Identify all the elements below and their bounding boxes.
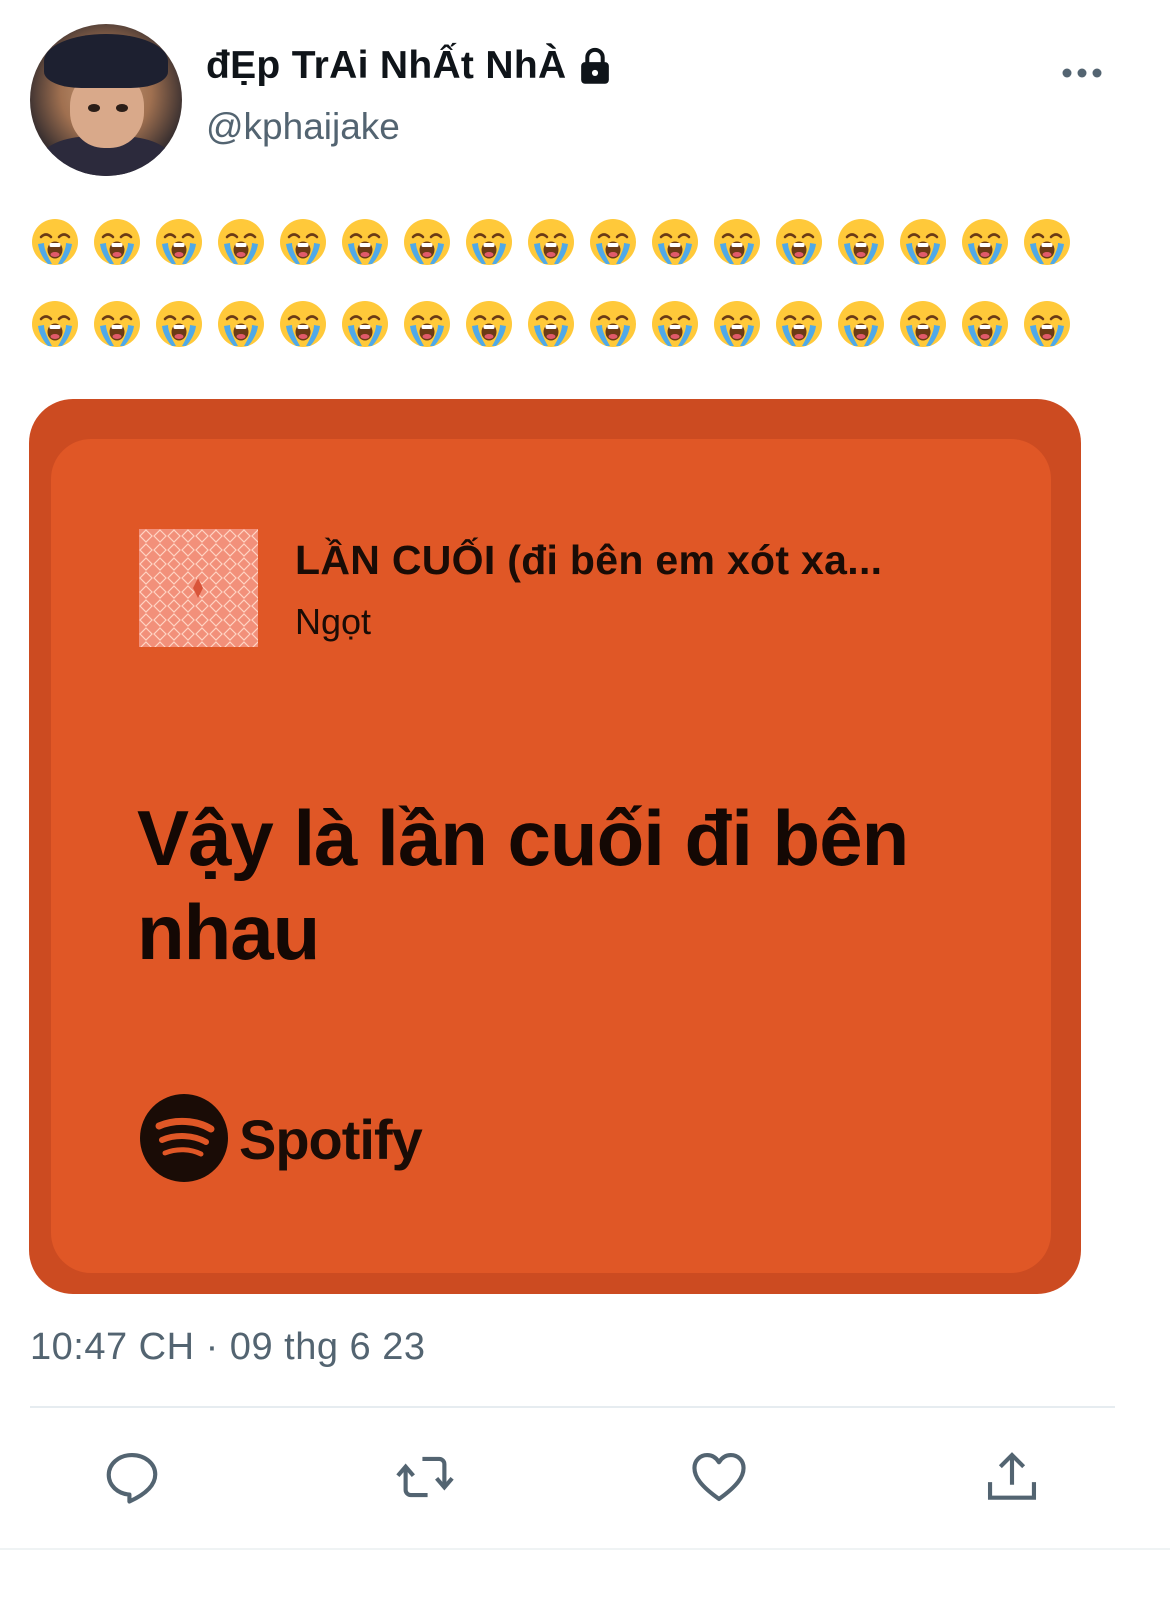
crying-face-emoji-icon [402, 299, 452, 354]
crying-face-emoji-icon [774, 217, 824, 272]
tweet-timestamp[interactable]: 10:47 CH · 09 thg 6 23 [30, 1326, 425, 1369]
crying-face-emoji-icon [898, 299, 948, 354]
crying-face-emoji-icon [1022, 299, 1072, 354]
crying-face-emoji-icon [92, 299, 142, 354]
crying-face-emoji-icon [216, 299, 266, 354]
crying-face-emoji-icon [836, 217, 886, 272]
crying-face-emoji-icon [836, 299, 886, 354]
crying-face-emoji-icon [402, 217, 452, 272]
avatar[interactable] [30, 24, 182, 176]
spotify-logo-icon [140, 1094, 228, 1182]
crying-face-emoji-icon [712, 217, 762, 272]
crying-face-emoji-icon [278, 299, 328, 354]
crying-face-emoji-icon [30, 217, 80, 272]
crying-face-emoji-icon [650, 299, 700, 354]
crying-face-emoji-icon [278, 217, 328, 272]
share-icon[interactable] [981, 1446, 1043, 1508]
crying-face-emoji-icon [960, 217, 1010, 272]
song-title: LẦN CUỐI (đi bên em xót xa... [295, 537, 883, 583]
heart-icon[interactable] [688, 1446, 750, 1508]
crying-face-emoji-icon [588, 217, 638, 272]
reply-icon[interactable] [101, 1446, 163, 1508]
crying-face-emoji-icon [30, 299, 80, 354]
crying-face-emoji-icon [154, 217, 204, 272]
album-art [139, 529, 258, 647]
crying-face-emoji-icon [526, 217, 576, 272]
lock-icon [581, 47, 610, 84]
crying-face-emoji-icon [340, 217, 390, 272]
artist-name: Ngọt [295, 601, 372, 642]
spotify-wordmark: Spotify [239, 1108, 423, 1171]
crying-face-emoji-icon [712, 299, 762, 354]
lyric-text: Vậy là lần cuối đi bên nhau [137, 794, 909, 976]
crying-face-emoji-icon [92, 217, 142, 272]
crying-face-emoji-icon [588, 299, 638, 354]
crying-face-emoji-icon [154, 299, 204, 354]
author-name-row[interactable]: đẸp TrAi NhẤt NhÀ [206, 40, 614, 92]
emoji-row [30, 217, 1072, 272]
crying-face-emoji-icon [650, 217, 700, 272]
user-handle[interactable]: @kphaijake [206, 106, 400, 148]
spotify-lyrics-card[interactable]: LẦN CUỐI (đi bên em xót xa... Ngọt Vậy l… [29, 399, 1081, 1294]
crying-face-emoji-icon [340, 299, 390, 354]
crying-face-emoji-icon [960, 299, 1010, 354]
divider [30, 1406, 1115, 1408]
crying-face-emoji-icon [216, 217, 266, 272]
retweet-icon[interactable] [394, 1446, 456, 1508]
crying-face-emoji-icon [526, 299, 576, 354]
divider [0, 1548, 1170, 1550]
crying-face-emoji-icon [1022, 217, 1072, 272]
crying-face-emoji-icon [464, 217, 514, 272]
more-options-icon[interactable] [1058, 58, 1106, 88]
crying-face-emoji-icon [774, 299, 824, 354]
emoji-row [30, 299, 1072, 354]
display-name[interactable]: đẸp TrAi NhẤt NhÀ [206, 44, 566, 88]
card-inner: LẦN CUỐI (đi bên em xót xa... Ngọt Vậy l… [51, 439, 1051, 1273]
tweet-detail: đẸp TrAi NhẤt NhÀ @kphaijake LẦN CUỐI (đ… [0, 0, 1170, 1603]
crying-face-emoji-icon [898, 217, 948, 272]
crying-face-emoji-icon [464, 299, 514, 354]
